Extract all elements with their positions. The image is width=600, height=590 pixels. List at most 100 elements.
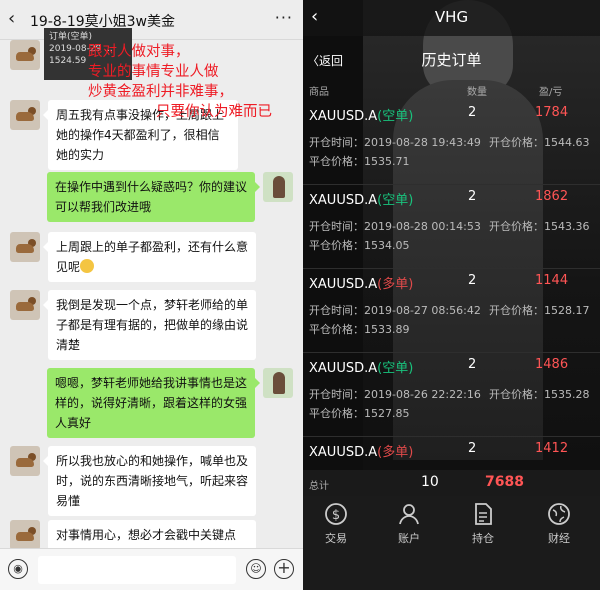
chat-message: 上周跟上的单子都盈利，还有什么意见呢 xyxy=(43,232,256,282)
avatar[interactable] xyxy=(10,290,40,320)
order-pnl: 1784 xyxy=(535,105,569,120)
close-price-value: 1533.89 xyxy=(364,323,410,336)
open-time-label: 开仓时间： xyxy=(309,136,364,149)
history-header: 〈返回 历史订单 xyxy=(303,42,600,76)
shared-card-line: 订单(空单) xyxy=(49,32,93,42)
close-price-label: 平仓价格： xyxy=(309,407,364,420)
open-price-value: 1528.17 xyxy=(544,304,590,317)
tab-account[interactable]: 账户 xyxy=(379,502,439,546)
summary-pnl: 7688 xyxy=(485,474,524,490)
chat-message: 所以我也放心的和她操作，喊单也及时，说的东西清晰接地气，听起来容易懂 xyxy=(43,446,256,516)
order-row[interactable]: XAUUSD.A(空单) 2 1486 开仓时间：2019-08-26 22:2… xyxy=(303,353,600,437)
avatar[interactable] xyxy=(10,100,40,130)
person-icon xyxy=(399,504,419,525)
order-side: (空单) xyxy=(377,109,414,124)
order-qty: 2 xyxy=(468,105,477,120)
more-icon[interactable]: ··· xyxy=(275,8,293,27)
avatar[interactable] xyxy=(10,40,40,70)
back-chevron-icon[interactable]: ‹ xyxy=(8,8,15,29)
chat-message: 嗯嗯，梦轩老师她给我讲事情也是这样的，说得好清晰，跟着这样的女强人真好 xyxy=(47,368,260,438)
order-qty: 2 xyxy=(468,273,477,288)
close-price: 平仓价格：1535.71 xyxy=(309,153,410,169)
symbol-text: XAUUSD.A xyxy=(309,277,378,292)
order-symbol: XAUUSD.A(空单) xyxy=(309,189,413,208)
order-symbol: XAUUSD.A(多单) xyxy=(309,273,413,292)
order-side: (多单) xyxy=(377,445,414,460)
open-price-label: 开仓价格： xyxy=(489,136,544,149)
trading-app: ‹ VHG 〈返回 历史订单 商品 数量 盈/亏 XAUUSD.A(空单) 2 … xyxy=(303,0,600,590)
order-qty: 2 xyxy=(468,357,477,372)
svg-text:$: $ xyxy=(332,508,340,523)
order-pnl: 1412 xyxy=(535,441,569,456)
emoji-icon[interactable]: ☺ xyxy=(246,559,266,579)
order-row[interactable]: XAUUSD.A(空单) 2 1862 开仓时间：2019-08-28 00:1… xyxy=(303,185,600,269)
summary-bar: 总计 10 7688 xyxy=(303,470,600,496)
order-symbol: XAUUSD.A(空单) xyxy=(309,105,413,124)
page-title: 历史订单 xyxy=(421,51,482,69)
shared-order-card[interactable]: 订单(空单) 2019-08-29 ... 1524.59 xyxy=(44,28,132,80)
open-price-label: 开仓价格： xyxy=(489,220,544,233)
avatar[interactable] xyxy=(10,232,40,262)
column-pnl: 盈/亏 xyxy=(539,87,563,98)
shared-card-line: 2019-08-29 ... xyxy=(49,44,113,54)
order-row[interactable]: XAUUSD.A(空单) 2 1784 开仓时间：2019-08-28 19:4… xyxy=(303,101,600,185)
grin-emoji-icon xyxy=(80,259,95,273)
avatar[interactable] xyxy=(263,172,293,202)
open-time-value: 2019-08-28 00:14:53 xyxy=(364,220,481,233)
tab-positions[interactable]: 持仓 xyxy=(453,502,513,546)
voice-icon[interactable]: ◉ xyxy=(8,559,28,579)
open-time-value: 2019-08-27 08:56:42 xyxy=(364,304,481,317)
tab-finance[interactable]: 财经 xyxy=(529,502,589,546)
shared-card-line: 1524.59 xyxy=(49,56,87,66)
order-side: (空单) xyxy=(377,193,414,208)
symbol-text: XAUUSD.A xyxy=(309,193,378,208)
symbol-text: XAUUSD.A xyxy=(309,361,378,376)
open-time: 开仓时间：2019-08-28 00:14:53 xyxy=(309,218,481,234)
open-time-value: 2019-08-26 22:22:16 xyxy=(364,388,481,401)
open-time-label: 开仓时间： xyxy=(309,388,364,401)
avatar[interactable] xyxy=(10,446,40,476)
chat-panel: ‹ 19-8-19莫小姐3w美金 ··· 订单(空单) 2019-08-29 .… xyxy=(0,0,303,590)
avatar[interactable] xyxy=(263,368,293,398)
tab-label: 持仓 xyxy=(472,532,494,545)
order-pnl: 1486 xyxy=(535,357,569,372)
tab-label: 交易 xyxy=(325,532,347,545)
order-pnl: 1144 xyxy=(535,273,569,288)
column-qty: 数量 xyxy=(467,87,487,98)
column-product: 商品 xyxy=(309,87,329,98)
symbol-text: XAUUSD.A xyxy=(309,445,378,460)
order-symbol: XAUUSD.A(空单) xyxy=(309,357,413,376)
open-time-value: 2019-08-28 19:43:49 xyxy=(364,136,481,149)
close-price: 平仓价格：1527.85 xyxy=(309,405,410,421)
order-row[interactable]: XAUUSD.A(多单) 2 1412 xyxy=(303,437,600,470)
order-qty: 2 xyxy=(468,441,477,456)
avatar[interactable] xyxy=(10,520,40,550)
tab-label: 账户 xyxy=(398,532,420,545)
chat-message: 在操作中遇到什么疑惑吗？你的建议可以帮我们改进哦 xyxy=(47,172,260,222)
column-headers: 商品 数量 盈/亏 xyxy=(303,80,600,98)
open-time: 开仓时间：2019-08-26 22:22:16 xyxy=(309,386,481,402)
open-price-value: 1543.36 xyxy=(544,220,590,233)
chat-message: 我倒是发现一个点，梦轩老师给的单子都是有理有据的，把做单的缘由说清楚 xyxy=(43,290,256,360)
order-qty: 2 xyxy=(468,189,477,204)
dollar-coin-icon: $ xyxy=(325,503,347,525)
order-row[interactable]: XAUUSD.A(多单) 2 1144 开仓时间：2019-08-27 08:5… xyxy=(303,269,600,353)
chat-message: 对事情用心，想必才会戳中关键点 xyxy=(48,520,256,550)
open-time-label: 开仓时间： xyxy=(309,304,364,317)
open-time: 开仓时间：2019-08-27 08:56:42 xyxy=(309,302,481,318)
close-price-value: 1534.05 xyxy=(364,239,410,252)
close-price: 平仓价格：1534.05 xyxy=(309,237,410,253)
order-side: (空单) xyxy=(377,361,414,376)
close-price-value: 1535.71 xyxy=(364,155,410,168)
symbol-text: XAUUSD.A xyxy=(309,109,378,124)
message-input[interactable] xyxy=(38,556,236,584)
open-price-label: 开仓价格： xyxy=(489,304,544,317)
open-price: 开仓价格：1528.17 xyxy=(489,302,590,318)
order-pnl: 1862 xyxy=(535,189,569,204)
close-price-label: 平仓价格： xyxy=(309,323,364,336)
open-price: 开仓价格：1535.28 xyxy=(489,386,590,402)
tab-trade[interactable]: $ 交易 xyxy=(306,502,366,546)
close-price-label: 平仓价格： xyxy=(309,239,364,252)
close-price-value: 1527.85 xyxy=(364,407,410,420)
plus-icon[interactable]: + xyxy=(274,559,294,579)
